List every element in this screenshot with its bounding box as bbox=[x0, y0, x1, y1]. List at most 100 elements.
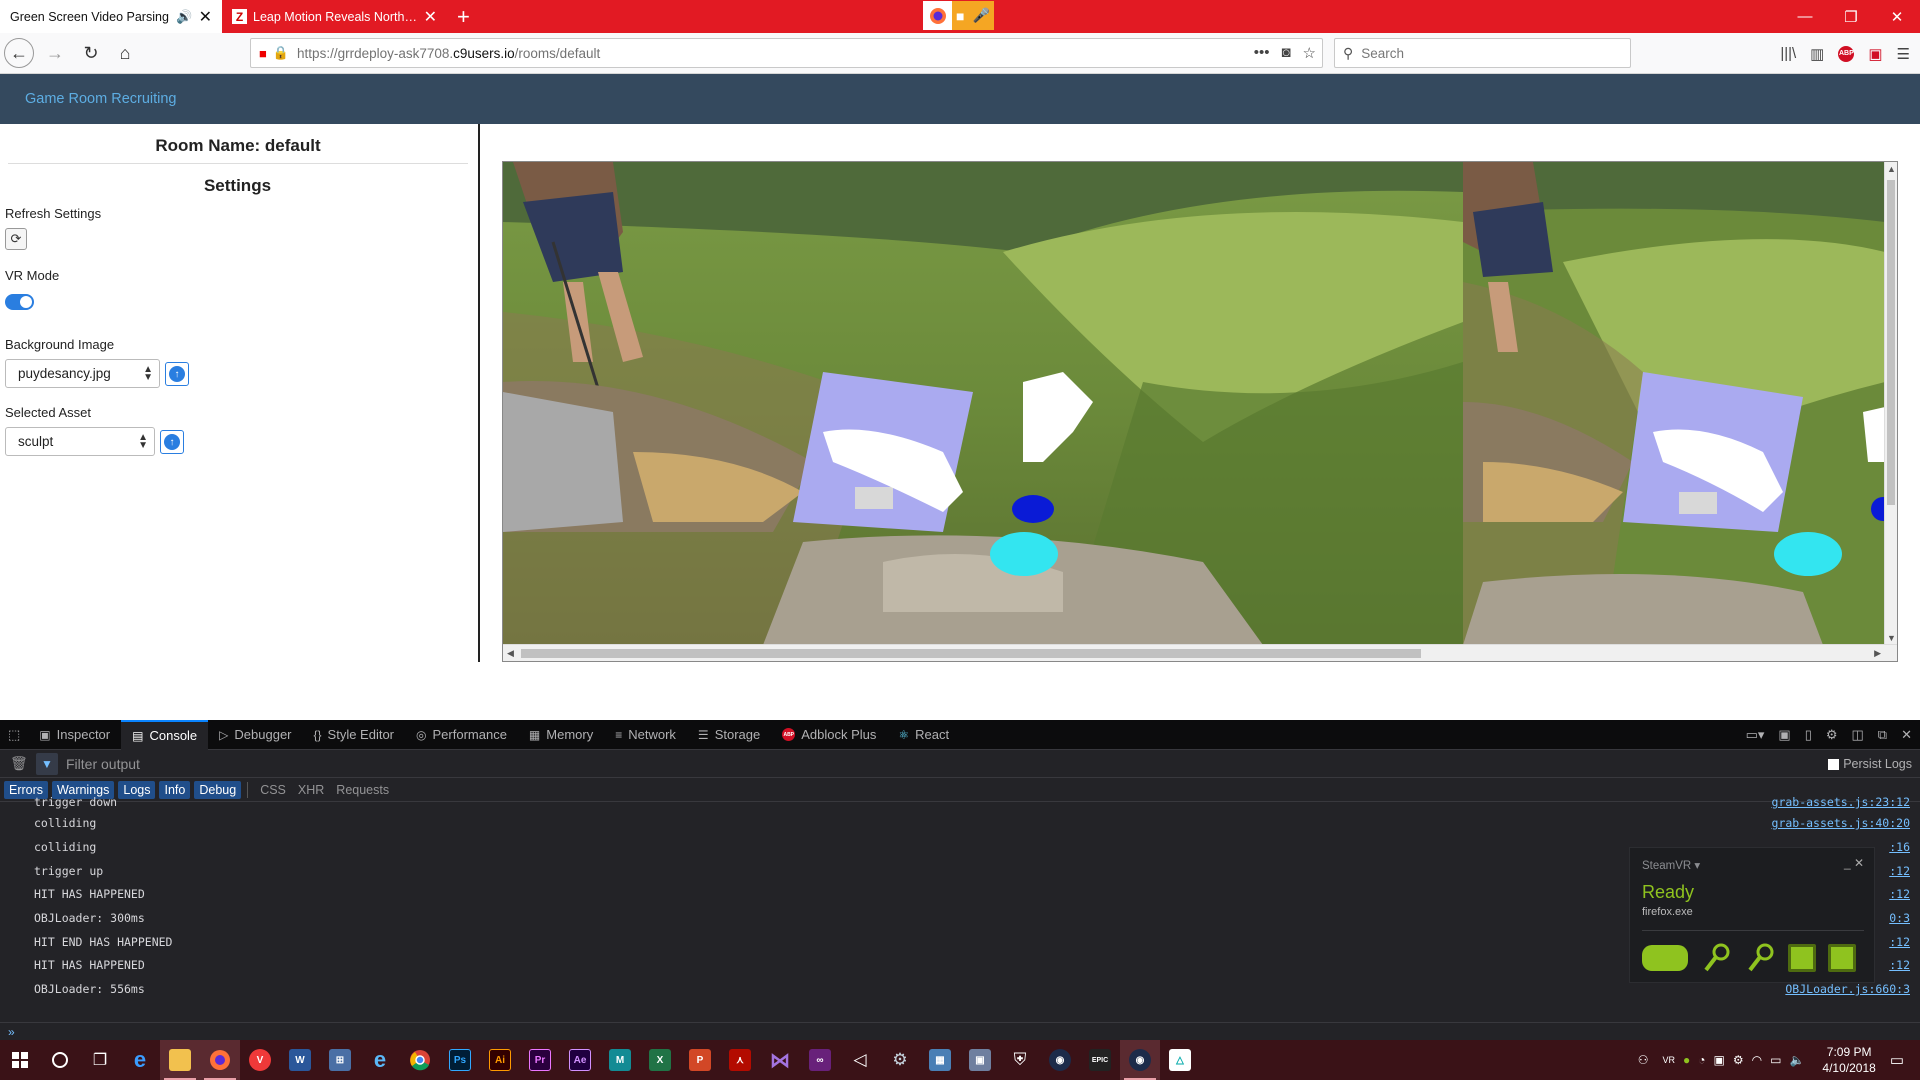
taskbar-vr-app[interactable]: ◉ bbox=[1120, 1040, 1160, 1080]
taskbar-steam[interactable]: ⚙ bbox=[880, 1040, 920, 1080]
vr-tray-icon[interactable]: VR bbox=[1663, 1055, 1676, 1065]
base-station-icon[interactable] bbox=[1788, 944, 1816, 972]
taskbar-premiere[interactable]: Pr bbox=[520, 1040, 560, 1080]
taskbar-visual-studio[interactable]: ⋈ bbox=[760, 1040, 800, 1080]
taskbar-vivaldi[interactable]: V bbox=[240, 1040, 280, 1080]
minimize-icon[interactable]: — bbox=[1782, 0, 1828, 33]
undock-icon[interactable]: ⧉ bbox=[1878, 727, 1887, 743]
upload-asset-button[interactable]: ↑ bbox=[160, 430, 184, 454]
devtools-tab-storage[interactable]: ☰ Storage bbox=[687, 720, 771, 750]
devtools-tab-memory[interactable]: ▦ Memory bbox=[518, 720, 604, 750]
tab-green-screen[interactable]: Green Screen Video Parsing 🔊 ✕ bbox=[0, 0, 222, 33]
close-devtools-icon[interactable]: ✕ bbox=[1901, 727, 1912, 743]
responsive-mode-icon[interactable]: ▯ bbox=[1805, 727, 1812, 743]
tab-leap-motion[interactable]: Z Leap Motion Reveals North Star ✕ bbox=[222, 0, 447, 33]
filter-funnel-icon[interactable]: ▼ bbox=[36, 752, 58, 775]
back-button[interactable]: ← bbox=[4, 38, 34, 68]
taskbar-firefox[interactable] bbox=[200, 1040, 240, 1080]
taskbar-network-app[interactable]: ⊞ bbox=[320, 1040, 360, 1080]
taskbar-defender[interactable]: ⛨ bbox=[1000, 1040, 1040, 1080]
url-text[interactable]: https://grrdeploy-ask7708.c9users.io/roo… bbox=[297, 46, 600, 61]
headset-icon[interactable] bbox=[1642, 945, 1688, 971]
page-actions-icon[interactable]: ••• bbox=[1254, 44, 1270, 62]
pocket-icon[interactable]: ◙ bbox=[1281, 44, 1290, 62]
controller-icon[interactable] bbox=[1700, 943, 1732, 972]
split-console-icon[interactable]: ▣ bbox=[1778, 727, 1790, 743]
devtools-tab-adblock[interactable]: ABP Adblock Plus bbox=[771, 720, 887, 750]
notifications-icon[interactable]: ▭ bbox=[1890, 1051, 1904, 1069]
wifi-tray-icon[interactable]: ◠ bbox=[1752, 1053, 1762, 1067]
vertical-scroll-thumb[interactable] bbox=[1887, 180, 1895, 505]
taskbar-clock[interactable]: 7:09 PM 4/10/2018 bbox=[1822, 1044, 1875, 1076]
brand-link[interactable]: Game Room Recruiting bbox=[25, 91, 177, 107]
taskbar-edge[interactable]: e bbox=[120, 1040, 160, 1080]
taskbar-visual-studio-2[interactable]: ∞ bbox=[800, 1040, 840, 1080]
taskbar-illustrator[interactable]: Ai bbox=[480, 1040, 520, 1080]
taskbar-excel[interactable]: X bbox=[640, 1040, 680, 1080]
taskbar-epic-games[interactable]: EPIC bbox=[1080, 1040, 1120, 1080]
devtools-tab-network[interactable]: ≡ Network bbox=[604, 720, 687, 750]
new-tab-button[interactable]: + bbox=[447, 0, 480, 33]
background-image-select[interactable]: puydesancy.jpg ▲ ▼ bbox=[5, 359, 160, 388]
task-view-button[interactable]: ❐ bbox=[80, 1040, 120, 1080]
taskbar-maya[interactable]: M bbox=[600, 1040, 640, 1080]
steamvr-window-controls[interactable]: _ ✕ bbox=[1844, 856, 1864, 870]
upload-background-button[interactable]: ↑ bbox=[165, 362, 189, 386]
start-button[interactable] bbox=[0, 1040, 40, 1080]
taskbar-chrome[interactable] bbox=[400, 1040, 440, 1080]
taskbar-ie[interactable]: e bbox=[360, 1040, 400, 1080]
extension-icon[interactable]: ▣ bbox=[1868, 45, 1882, 63]
camera-permission-icon[interactable]: ■ bbox=[259, 46, 267, 61]
close-window-icon[interactable]: ✕ bbox=[1874, 0, 1920, 33]
library-icon[interactable]: |||\ bbox=[1780, 45, 1796, 62]
frame-selector-icon[interactable]: ▭▾ bbox=[1746, 727, 1765, 743]
adblock-plus-icon[interactable]: ABP bbox=[1838, 45, 1855, 62]
tray-box-icon[interactable]: ▣ bbox=[1714, 1053, 1725, 1067]
settings-gear-icon[interactable]: ⚙ bbox=[1826, 727, 1838, 743]
controller-icon[interactable] bbox=[1744, 943, 1776, 972]
taskbar-virtualbox[interactable]: ▣ bbox=[960, 1040, 1000, 1080]
volume-icon[interactable]: 🔈 bbox=[1789, 1053, 1804, 1067]
taskbar-calculator-app[interactable]: ▦ bbox=[920, 1040, 960, 1080]
url-bar[interactable]: ■ 🔒 https://grrdeploy-ask7708.c9users.io… bbox=[250, 38, 1323, 68]
scroll-up-icon[interactable]: ▲ bbox=[1887, 164, 1896, 174]
devtools-tab-style-editor[interactable]: {} Style Editor bbox=[303, 720, 406, 750]
console-input[interactable]: » bbox=[0, 1022, 1920, 1042]
home-button[interactable]: ⌂ bbox=[110, 38, 140, 68]
tray-app-icon[interactable]: ◔ bbox=[1698, 1053, 1705, 1067]
vr-scene-viewport[interactable]: ▲ ▼ ◀ ▶ bbox=[502, 161, 1898, 662]
taskbar-after-effects[interactable]: Ae bbox=[560, 1040, 600, 1080]
right-eye-view[interactable] bbox=[1463, 162, 1885, 645]
taskbar-word[interactable]: W bbox=[280, 1040, 320, 1080]
taskbar-oculus[interactable]: ◉ bbox=[1040, 1040, 1080, 1080]
people-icon[interactable]: ⚇ bbox=[1638, 1053, 1649, 1067]
vr-mode-toggle[interactable] bbox=[5, 294, 34, 310]
vertical-scrollbar[interactable]: ▲ ▼ bbox=[1884, 162, 1897, 645]
scroll-left-icon[interactable]: ◀ bbox=[507, 648, 514, 659]
left-eye-view[interactable] bbox=[503, 162, 1463, 645]
speaker-icon[interactable]: 🔊 bbox=[176, 9, 192, 25]
network-tray-icon[interactable]: ▭ bbox=[1770, 1053, 1781, 1067]
taskbar-powerpoint[interactable]: P bbox=[680, 1040, 720, 1080]
devtools-tab-performance[interactable]: ◎ Performance bbox=[405, 720, 518, 750]
cortana-button[interactable] bbox=[40, 1040, 80, 1080]
close-tab-icon[interactable]: ✕ bbox=[424, 7, 437, 27]
dock-side-icon[interactable]: ◫ bbox=[1852, 727, 1864, 743]
taskbar-file-explorer[interactable] bbox=[160, 1040, 200, 1080]
steamvr-window[interactable]: SteamVR ▾ _ ✕ Ready firefox.exe bbox=[1629, 847, 1875, 983]
steam-tray-icon[interactable]: ⚙ bbox=[1733, 1053, 1744, 1067]
horizontal-scrollbar[interactable]: ◀ ▶ bbox=[503, 644, 1897, 661]
search-bar[interactable]: ⚲ Search bbox=[1334, 38, 1631, 68]
sidebar-icon[interactable]: ▥ bbox=[1810, 45, 1824, 63]
forward-button[interactable]: → bbox=[40, 38, 70, 68]
filter-output-input[interactable]: Filter output bbox=[66, 756, 140, 772]
lock-icon[interactable]: 🔒 bbox=[273, 45, 289, 61]
sharing-indicator[interactable]: ■ 🎤 bbox=[923, 1, 994, 30]
taskbar-unity[interactable]: ◁ bbox=[840, 1040, 880, 1080]
devtools-tab-inspector[interactable]: ▣ Inspector bbox=[28, 720, 121, 750]
devtools-tab-console[interactable]: ▤ Console bbox=[121, 719, 209, 750]
horizontal-scroll-thumb[interactable] bbox=[521, 649, 1421, 658]
selected-asset-select[interactable]: sculpt ▲ ▼ bbox=[5, 427, 155, 456]
refresh-settings-button[interactable]: ⟳ bbox=[5, 228, 27, 250]
devtools-tab-debugger[interactable]: ▷ Debugger bbox=[208, 720, 302, 750]
